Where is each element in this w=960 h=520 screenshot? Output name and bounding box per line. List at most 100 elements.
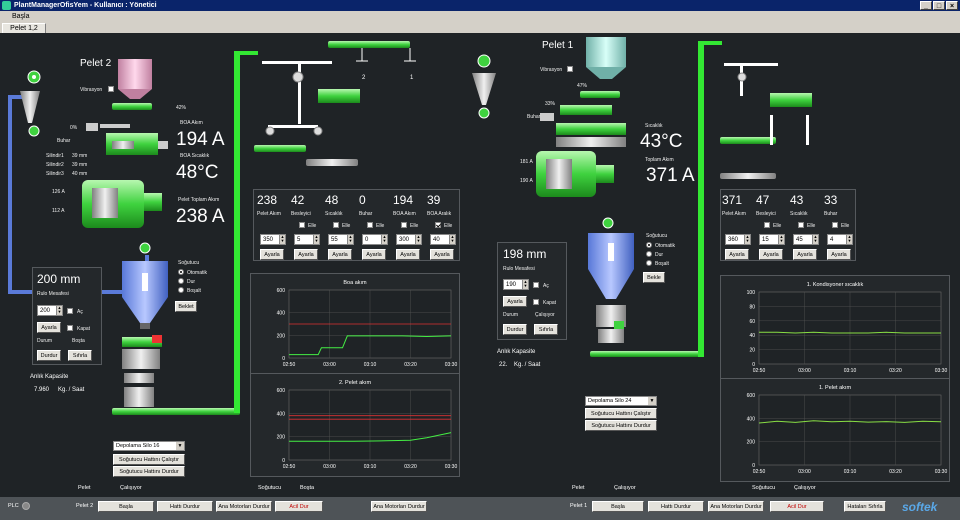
param-input-right-2[interactable]: 45 ▲ ▼ <box>793 234 819 245</box>
roll-reset-button-left[interactable]: Sıfırla <box>68 350 92 361</box>
pelet-2-stop-motors-button[interactable]: Ana Motorları Durdur <box>216 501 272 512</box>
maximize-button[interactable]: □ <box>933 1 945 10</box>
param-input-left-3[interactable]: 0 ▲ ▼ <box>362 234 388 245</box>
roller-2-value: 39 mm <box>72 162 88 168</box>
app-icon <box>2 1 11 10</box>
line-title-right: Pelet 1 <box>542 40 574 51</box>
elevator-right <box>698 41 704 357</box>
param-manual-checkbox-right-1[interactable] <box>764 222 770 228</box>
param-manual-label-right-2: Elle <box>807 223 816 229</box>
param-manual-checkbox-right-3[interactable] <box>832 222 838 228</box>
cooler-auto-radio-left[interactable] <box>178 269 184 275</box>
param-manual-checkbox-right-2[interactable] <box>798 222 804 228</box>
total-current-label-left: Pelet Toplam Akım <box>178 197 220 203</box>
param-set-button-right-1[interactable]: Ayarla <box>759 249 783 260</box>
pelet-2-emergency-stop-button[interactable]: Acil Dur <box>275 501 323 512</box>
roll-close-checkbox-left[interactable] <box>67 325 73 331</box>
param-set-button-left-4[interactable]: Ayarla <box>396 249 420 260</box>
roller-1-value: 39 mm <box>72 153 88 159</box>
param-input-right-1[interactable]: 15 ▲ ▼ <box>759 234 785 245</box>
plc-label: PLC <box>8 503 19 509</box>
silo-select-right[interactable]: Depolama Silo 24 ▼ <box>585 396 657 406</box>
pelet-2-start-button[interactable]: Başla <box>98 501 154 512</box>
roll-stop-button-left[interactable]: Durdur <box>37 350 61 361</box>
pelet-1-emergency-stop-button[interactable]: Acil Dur <box>770 501 824 512</box>
cooler-label-left: Soğutucu <box>178 260 200 266</box>
roll-reset-button-right[interactable]: Sıfırla <box>534 324 558 335</box>
temp-value-right: 43°C <box>640 131 683 152</box>
pelet-1-start-button[interactable]: Başla <box>592 501 644 512</box>
roll-gap-input-right[interactable]: 190 ▲ ▼ <box>503 279 529 290</box>
param-input-right-3[interactable]: 4 ▲ ▼ <box>827 234 853 245</box>
param-input-left-0[interactable]: 350 ▲ ▼ <box>260 234 286 245</box>
param-set-button-right-0[interactable]: Ayarla <box>725 249 749 260</box>
reset-errors-button[interactable]: Hataları Sıfırla <box>844 501 886 512</box>
cooler-stop-radio-right[interactable] <box>646 251 652 257</box>
param-set-button-right-2[interactable]: Ayarla <box>793 249 817 260</box>
total-current-value-left: 238 A <box>176 206 225 227</box>
cooler-line-start-button-left[interactable]: Soğutucu Hattını Çalıştır <box>113 454 185 465</box>
pelet-1-stop-motors-button[interactable]: Ana Motorları Durdur <box>708 501 764 512</box>
cooler-line-stop-button-left[interactable]: Soğutucu Hattını Durdur <box>113 466 185 477</box>
feeder-screw-icon <box>112 103 152 110</box>
vibration-checkbox-left[interactable] <box>108 86 114 92</box>
cooler-empty-radio-right[interactable] <box>646 260 652 266</box>
x-tick-2-2: 03:10 <box>844 368 857 374</box>
roll-set-button-right[interactable]: Ayarla <box>503 296 527 307</box>
cooler-line-start-button-right[interactable]: Soğutucu Hattını Çalıştır <box>585 408 657 419</box>
param-set-button-right-3[interactable]: Ayarla <box>827 249 851 260</box>
cooler-stop-radio-left[interactable] <box>178 278 184 284</box>
roll-stop-button-right[interactable]: Durdur <box>503 324 527 335</box>
param-label-left-2: Sıcaklık <box>325 211 343 217</box>
param-input-left-1[interactable]: 5 ▲ ▼ <box>294 234 320 245</box>
cooler-wait-button-right[interactable]: Bekle <box>643 272 665 283</box>
x-tick-2-1: 03:00 <box>798 368 811 374</box>
chart-boa-current: Boa akım 0 200 400 600 02:50 03:00 03:10 03:20 03… <box>250 273 460 375</box>
diverter-2-label: 2 <box>362 75 366 81</box>
roll-open-label-right: Aç <box>543 283 549 289</box>
param-set-button-left-0[interactable]: Ayarla <box>260 249 284 260</box>
param-input-left-4[interactable]: 300 ▲ ▼ <box>396 234 422 245</box>
param-input-left-2[interactable]: 55 ▲ ▼ <box>328 234 354 245</box>
param-set-button-left-1[interactable]: Ayarla <box>294 249 318 260</box>
plc-status-icon <box>22 502 30 510</box>
param-set-button-left-5[interactable]: Ayarla <box>430 249 454 260</box>
cooler-empty-radio-left[interactable] <box>178 287 184 293</box>
stop-main-motors-button[interactable]: Ana Motorları Durdur <box>371 501 427 512</box>
param-manual-label-left-4: Elle <box>410 223 419 229</box>
cooler-auto-radio-right[interactable] <box>646 242 652 248</box>
roll-gap-input-left[interactable]: 200 ▲ ▼ <box>37 305 63 316</box>
cooler-stop-label-right: Dur <box>655 252 664 258</box>
roll-gap-label-left: Rulo Mesafesi <box>37 291 69 297</box>
roll-open-checkbox-left[interactable] <box>67 308 73 314</box>
silo-select-left[interactable]: Depolama Silo 16 ▼ <box>113 441 185 451</box>
close-window-button[interactable]: × <box>946 1 958 10</box>
cooler-line-stop-button-right[interactable]: Soğutucu Hattını Durdur <box>585 420 657 431</box>
param-manual-checkbox-left-2[interactable] <box>333 222 339 228</box>
motor-current-2-left: 112 A <box>52 208 65 214</box>
x-tick-3-4: 03:30 <box>935 469 948 475</box>
pelet-1-stop-line-button[interactable]: Hattı Durdur <box>648 501 704 512</box>
param-manual-checkbox-left-3[interactable] <box>367 222 373 228</box>
param-manual-checkbox-left-4[interactable] <box>401 222 407 228</box>
roll-open-checkbox-right[interactable] <box>533 282 539 288</box>
param-input-right-0[interactable]: 360 ▲ ▼ <box>725 234 751 245</box>
param-input-left-5[interactable]: 40 ▲ ▼ <box>430 234 456 245</box>
param-set-button-left-3[interactable]: Ayarla <box>362 249 386 260</box>
chart-pelet-2-current: 2. Pelet akım 0 200 400 600 02:50 03:00 03:10 03… <box>250 373 460 477</box>
tab-pelet-1-2[interactable]: Pelet 1,2 <box>2 23 46 33</box>
pelet-2-stop-line-button[interactable]: Hattı Durdur <box>157 501 213 512</box>
cooler-wait-button-left[interactable]: Beklet <box>175 301 197 312</box>
param-set-button-left-2[interactable]: Ayarla <box>328 249 352 260</box>
param-manual-checkbox-left-1[interactable] <box>299 222 305 228</box>
cooler-auto-label-right: Otomatik <box>655 243 676 249</box>
capacity-label-right: Anlık Kapasite <box>497 349 536 355</box>
roll-set-button-left[interactable]: Ayarla <box>37 322 61 333</box>
roll-close-checkbox-right[interactable] <box>533 299 539 305</box>
status-pelet-value-left: Çalışıyor <box>120 485 142 491</box>
steam-percent-right: 33% <box>545 101 556 107</box>
minimize-button[interactable]: _ <box>920 1 932 10</box>
param-manual-checkbox-left-5[interactable] <box>435 222 441 228</box>
menu-basla[interactable]: Başla <box>4 13 30 20</box>
vibration-checkbox-right[interactable] <box>567 66 573 72</box>
